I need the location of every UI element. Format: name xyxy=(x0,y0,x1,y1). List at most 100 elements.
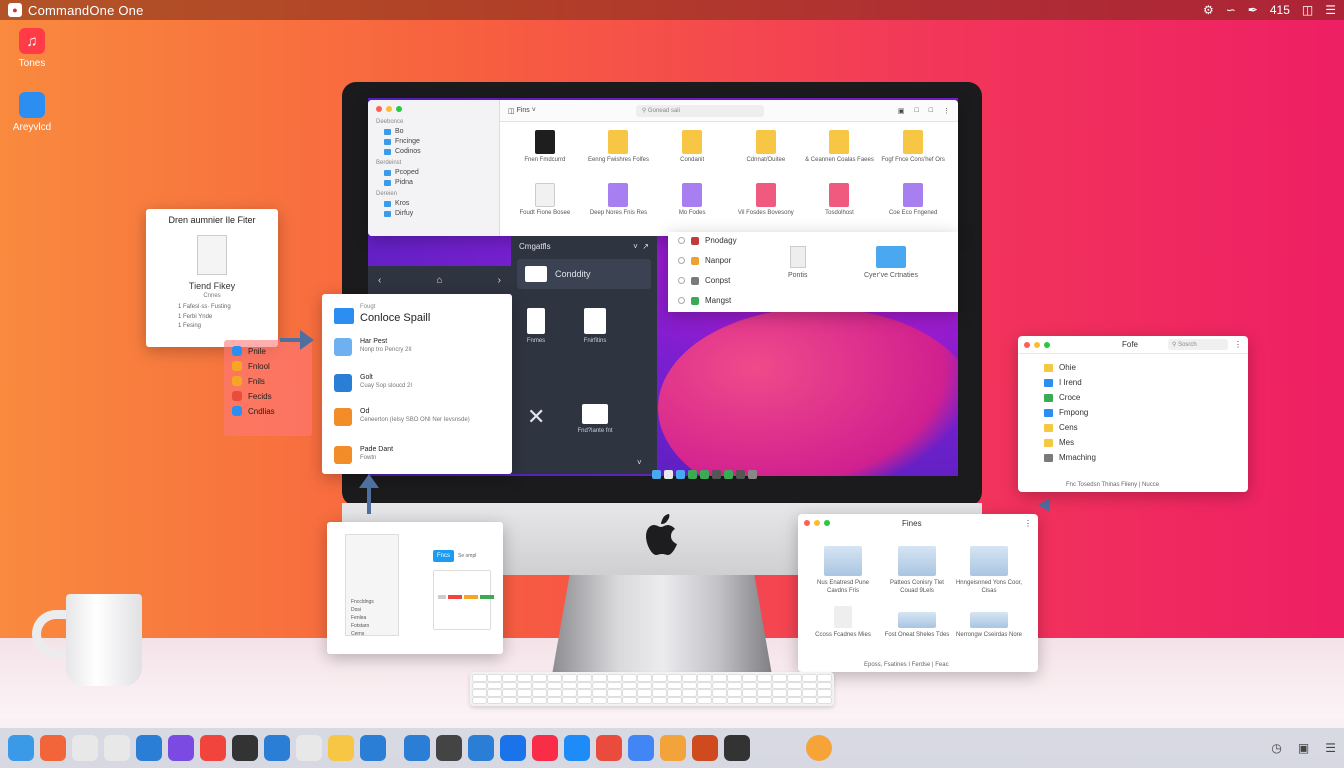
menu-bar-app-name[interactable]: CommandOne One xyxy=(28,3,144,18)
finder-toolbar-label[interactable]: Fins xyxy=(517,107,530,114)
file-item[interactable]: & Ceannen Coalas Faees xyxy=(803,126,877,179)
more-icon[interactable]: ⋮ xyxy=(1234,340,1242,349)
back-icon[interactable]: ‹ xyxy=(378,275,381,286)
desktop-icon-folder[interactable]: Areyvlcd xyxy=(2,92,62,133)
conflict-item[interactable]: Har Pest Nonp tro Pencry 2II xyxy=(334,338,412,356)
file-item[interactable]: Nus Enatresd Pune Cavdns Fris xyxy=(808,546,878,596)
list-item[interactable]: Cndlias xyxy=(232,406,304,416)
list-icon[interactable]: ☰ xyxy=(1325,741,1336,755)
file-item[interactable]: Fnd?lante fnt xyxy=(573,404,617,434)
dock-app-icon[interactable] xyxy=(806,735,832,761)
share-icon[interactable]: □ xyxy=(929,107,933,115)
filter-line[interactable]: 1 Fafesl·ss· Fusting xyxy=(178,303,278,313)
file-item[interactable]: Fogf Fnce Cons'hef Ors xyxy=(876,126,950,179)
list-item[interactable]: Croce xyxy=(1044,390,1248,405)
clock-icon[interactable]: ◷ xyxy=(1271,741,1281,755)
sidebar-item[interactable]: Pidna xyxy=(384,179,491,186)
file-item[interactable]: Deep Nores Fnis Res xyxy=(582,179,656,232)
close-button[interactable] xyxy=(1024,341,1030,348)
view-icon[interactable]: □ xyxy=(915,107,919,115)
close-button[interactable] xyxy=(804,520,810,526)
more-icon[interactable]: ⋮ xyxy=(943,107,950,115)
search-input[interactable]: ⚲ Sosrch xyxy=(1168,339,1228,350)
dock-app-icon[interactable] xyxy=(500,735,526,761)
dock-app-icon[interactable] xyxy=(688,470,697,479)
dock-app-icon[interactable] xyxy=(712,470,721,479)
window-icon[interactable]: ▣ xyxy=(1298,741,1309,755)
conflict-item[interactable]: Od Ceneerton (Ielsy SBO ONI Ner Ievsnsde) xyxy=(334,408,470,426)
desktop-icon-tones[interactable]: ♫ Tones xyxy=(2,28,62,69)
list-item[interactable]: Fecids xyxy=(232,391,304,401)
dock-app-icon[interactable] xyxy=(360,735,386,761)
preview-list-item[interactable]: Dosi xyxy=(351,606,374,614)
preview-list-item[interactable]: Cerns xyxy=(351,630,374,638)
dock-app-icon[interactable] xyxy=(532,735,558,761)
file-item[interactable]: Fnmes xyxy=(521,308,551,344)
dock-app-icon[interactable] xyxy=(436,735,462,761)
dock-app-icon[interactable] xyxy=(596,735,622,761)
list-item[interactable]: Cens xyxy=(1044,420,1248,435)
dock-app-icon[interactable] xyxy=(628,735,654,761)
close-button[interactable] xyxy=(376,106,382,112)
zoom-button[interactable] xyxy=(824,520,830,526)
list-item[interactable]: I Irend xyxy=(1044,375,1248,390)
list-item[interactable]: Pnodagy xyxy=(678,236,737,245)
delete-icon[interactable]: ▣ xyxy=(898,107,905,115)
close-icon[interactable]: ✕ xyxy=(527,404,545,430)
sidebar-item[interactable]: Pcoped xyxy=(384,169,491,176)
expand-icon[interactable]: ↗ xyxy=(642,242,649,251)
list-item[interactable]: Fmpong xyxy=(1044,405,1248,420)
zoom-button[interactable] xyxy=(1044,341,1050,348)
conflict-item[interactable]: Pade Dant Fowtn xyxy=(334,446,393,464)
dock-app-icon[interactable] xyxy=(736,470,745,479)
menu-bar-clock[interactable]: 415 xyxy=(1270,3,1290,17)
file-item[interactable]: Cdnnat/Ouitee xyxy=(729,126,803,179)
file-item[interactable]: Fost Oneat Sheles Tdes xyxy=(882,612,952,640)
minimize-button[interactable] xyxy=(1034,341,1040,348)
list-item[interactable]: Ohie xyxy=(1044,360,1248,375)
sidebar-item[interactable]: Dirfuy xyxy=(384,210,491,217)
dock-app-icon[interactable] xyxy=(468,735,494,761)
preview-list-item[interactable]: Fnccldngs xyxy=(351,598,374,606)
dock-app-icon[interactable] xyxy=(200,735,226,761)
list-item[interactable]: Fnils xyxy=(232,376,304,386)
file-item[interactable]: Patteos Conisry Tlet Couad 9Lels xyxy=(882,546,952,596)
file-item[interactable]: Ccoss Fcadnes Mies xyxy=(808,606,878,640)
dock-app-icon[interactable] xyxy=(692,735,718,761)
selected-folder[interactable]: Conddity xyxy=(517,259,651,289)
file-item[interactable]: Fnen Fmdcurrd xyxy=(508,126,582,179)
file-item[interactable]: Condanit xyxy=(655,126,729,179)
dock-app-icon[interactable] xyxy=(72,735,98,761)
file-item[interactable]: Vil Fosdes Bovesony xyxy=(729,179,803,232)
conflict-item[interactable]: Golt Cuay Sop sloucd 2I xyxy=(334,374,412,392)
list-item[interactable]: Mmaching xyxy=(1044,450,1248,465)
dock-app-icon[interactable] xyxy=(264,735,290,761)
apple-menu-icon[interactable]: ● xyxy=(8,3,22,17)
file-item[interactable]: Nerrongw Cseirdas Nore xyxy=(954,612,1024,640)
dock-app-icon[interactable] xyxy=(136,735,162,761)
dock-app-icon[interactable] xyxy=(664,470,673,479)
list-item[interactable]: Conpst xyxy=(678,276,730,285)
sidebar-item[interactable]: Codinos xyxy=(384,148,491,155)
forward-icon[interactable]: › xyxy=(498,275,501,286)
sidebar-item[interactable]: Bo xyxy=(384,128,491,135)
dock-app-icon[interactable] xyxy=(652,470,661,479)
file-item[interactable]: Mo Fodes xyxy=(655,179,729,232)
dock-app-icon[interactable] xyxy=(676,470,685,479)
preview-list-item[interactable]: Fotstaro xyxy=(351,622,374,630)
chevron-down-icon[interactable]: ˅ xyxy=(530,107,536,114)
pen-icon[interactable]: ✒ xyxy=(1248,3,1258,17)
file-item[interactable]: Hnngeisnned Yons Coor, Cisas xyxy=(954,546,1024,596)
filter-line[interactable]: 1 Ferbi Ynde xyxy=(178,313,278,323)
preview-tag-label[interactable]: Fncs xyxy=(433,550,455,562)
dock-app-icon[interactable] xyxy=(404,735,430,761)
home-icon[interactable]: ⌂ xyxy=(436,275,442,286)
list-item[interactable]: Nanpor xyxy=(678,256,731,265)
dock-app-icon[interactable] xyxy=(296,735,322,761)
dock-app-icon[interactable] xyxy=(748,470,757,479)
file-item[interactable]: Cyer’ve Crtnaties xyxy=(864,246,918,279)
file-item[interactable]: Foudt Fione Bosee xyxy=(508,179,582,232)
preview-list-item[interactable]: Fenlea xyxy=(351,614,374,622)
file-item[interactable]: Eenng Fwishres Folfes xyxy=(582,126,656,179)
file-item[interactable]: Fnirfitins xyxy=(575,308,615,344)
